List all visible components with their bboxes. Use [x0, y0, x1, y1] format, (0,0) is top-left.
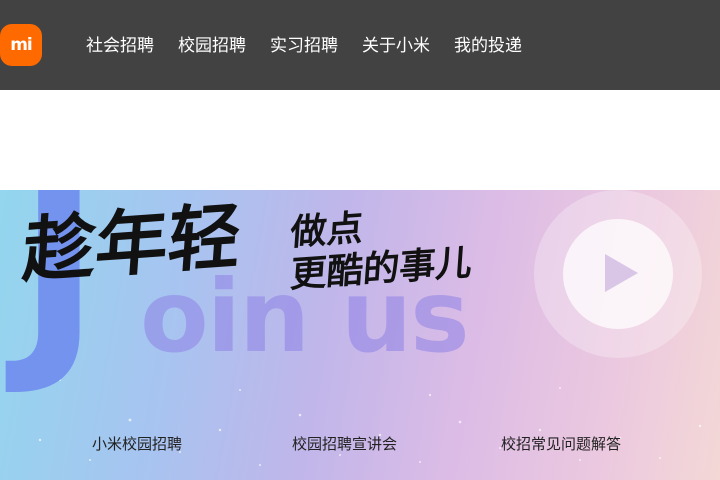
- nav-item-my-applications[interactable]: 我的投递: [454, 34, 522, 58]
- nav-item-campus-recruitment[interactable]: 校园招聘: [178, 34, 246, 58]
- play-icon: [605, 254, 638, 292]
- link-campus-recruitment[interactable]: 小米校园招聘: [92, 432, 182, 456]
- mi-logo[interactable]: mi: [0, 24, 42, 66]
- nav-item-internship[interactable]: 实习招聘: [270, 34, 338, 58]
- main-nav: 社会招聘 校园招聘 实习招聘 关于小米 我的投递: [86, 34, 522, 58]
- headline-sub-line1: 做点: [289, 207, 365, 254]
- play-video-button[interactable]: [534, 190, 702, 358]
- top-navigation-bar: mi 社会招聘 校园招聘 实习招聘 关于小米 我的投递: [0, 0, 720, 90]
- play-button-inner: [563, 219, 673, 329]
- nav-item-about[interactable]: 关于小米: [362, 34, 430, 58]
- link-campus-talks[interactable]: 校园招聘宣讲会: [292, 432, 397, 456]
- logo-text: mi: [10, 35, 33, 55]
- link-faq[interactable]: 校招常见问题解答: [501, 432, 621, 456]
- nav-item-social-recruitment[interactable]: 社会招聘: [86, 34, 154, 58]
- headline-main: 趁年轻: [20, 193, 244, 293]
- blank-spacer: [0, 90, 720, 190]
- banner-links: 小米校园招聘 校园招聘宣讲会 校招常见问题解答: [0, 432, 720, 456]
- hero-banner: J oin us 趁年轻 做点 更酷的事儿 小米校园招聘 校园招聘宣讲会 校招常…: [0, 190, 720, 480]
